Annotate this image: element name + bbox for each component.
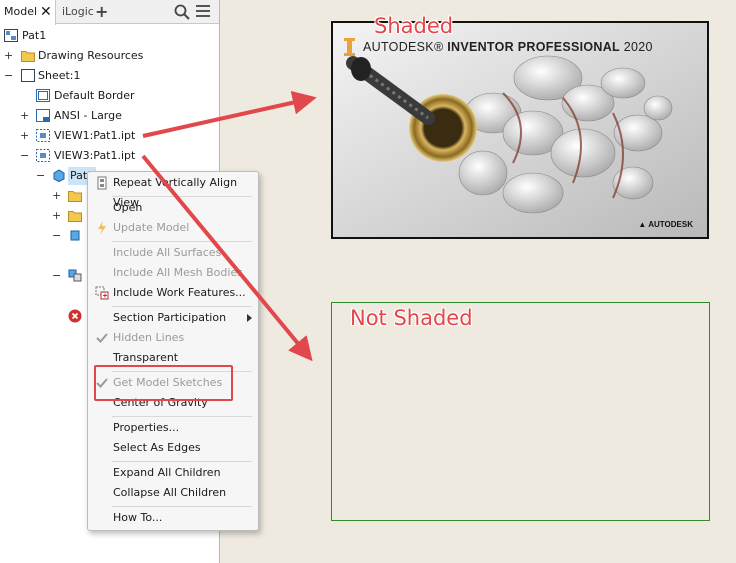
tab-ilogic[interactable]: iLogic — [62, 0, 94, 24]
menu-separator — [112, 241, 252, 242]
autodesk-mark-label: AUTODESK — [648, 220, 693, 229]
drawing-icon — [4, 29, 18, 42]
search-icon[interactable] — [174, 4, 190, 20]
menu-separator — [112, 506, 252, 507]
tree-ansi-label: ANSI - Large — [54, 109, 122, 122]
origin-icon — [68, 269, 82, 282]
menu-separator — [112, 416, 252, 417]
tab-model-label: Model — [4, 5, 38, 18]
folder-icon — [68, 211, 82, 222]
collapse-icon[interactable]: − — [20, 147, 29, 165]
drawing-view-icon — [36, 129, 50, 142]
menu-item-label: Include All Mesh Bodies — [113, 266, 243, 279]
expand-icon[interactable]: + — [52, 207, 61, 225]
menu-item-include-surfaces[interactable]: Include All Surfaces — [88, 243, 258, 263]
menu-item-label: Collapse All Children — [113, 486, 227, 499]
submenu-arrow-icon — [247, 314, 252, 322]
collapse-icon[interactable]: − — [36, 167, 45, 185]
trademark-mark: ® — [433, 40, 444, 54]
not-shaded-callout: Not Shaded — [350, 306, 473, 330]
close-icon[interactable]: ✕ — [40, 0, 52, 24]
menu-item-label: Include All Surfaces — [113, 246, 222, 259]
menu-item-section-participation[interactable]: Section Participation — [88, 308, 258, 328]
menu-item-label: How To... — [113, 511, 163, 524]
menu-item-label: Expand All Children — [113, 466, 221, 479]
highlight-annotation-box — [94, 365, 233, 401]
folder-icon — [21, 51, 35, 62]
context-menu: Repeat Vertically Align View Open Update… — [87, 171, 259, 531]
tree-root-label: Pat1 — [22, 29, 47, 42]
checkmark-icon — [96, 333, 108, 343]
expand-icon[interactable]: + — [52, 187, 61, 205]
expand-icon[interactable]: + — [4, 47, 13, 65]
error-icon — [68, 309, 82, 323]
menu-item-label: Select As Edges — [113, 441, 201, 454]
expand-icon[interactable]: + — [20, 127, 29, 145]
menu-item-label: Hidden Lines — [113, 331, 185, 344]
drawing-view-icon — [36, 149, 50, 162]
splash-render-image — [333, 23, 707, 237]
title-block-icon — [36, 109, 50, 122]
menu-item-hidden-lines[interactable]: Hidden Lines — [88, 328, 258, 348]
menu-item-label: Section Participation — [113, 311, 227, 324]
menu-separator — [112, 461, 252, 462]
collapse-icon[interactable]: − — [52, 227, 61, 245]
browser-tabbar: Model ✕ iLogic + — [0, 0, 219, 25]
menu-item-include-work-features[interactable]: Include Work Features... — [88, 283, 258, 303]
border-icon — [36, 89, 50, 102]
inventor-logo-icon — [344, 38, 355, 56]
menu-item-repeat-align[interactable]: Repeat Vertically Align View — [88, 173, 258, 209]
work-features-icon — [95, 286, 109, 300]
tab-model[interactable]: Model ✕ — [0, 0, 56, 25]
menu-item-label: Open — [113, 201, 143, 214]
menu-separator — [112, 196, 252, 197]
menu-item-how-to[interactable]: How To... — [88, 508, 258, 528]
expand-icon[interactable]: + — [20, 107, 29, 125]
splash-product: INVENTOR PROFESSIONAL — [447, 40, 620, 54]
menu-item-label: Include Work Features... — [113, 286, 246, 299]
menu-item-collapse-all[interactable]: Collapse All Children — [88, 483, 258, 503]
tree-view3-label: VIEW3:Pat1.ipt — [54, 149, 136, 162]
tree-sheet-label: Sheet:1 — [38, 69, 81, 82]
solid-body-icon — [70, 230, 80, 241]
menu-item-label: Properties... — [113, 421, 180, 434]
tree-drawing-resources-label: Drawing Resources — [38, 49, 144, 62]
hamburger-menu-icon[interactable] — [196, 5, 210, 19]
folder-icon — [68, 191, 82, 202]
menu-item-expand-all[interactable]: Expand All Children — [88, 463, 258, 483]
menu-item-select-as-edges[interactable]: Select As Edges — [88, 438, 258, 458]
add-tab-icon[interactable]: + — [95, 0, 108, 24]
collapse-icon[interactable]: − — [52, 267, 61, 285]
autodesk-brand: ▲ AUTODESK — [638, 220, 693, 229]
unshaded-view-frame[interactable] — [331, 302, 710, 521]
menu-item-open[interactable]: Open — [88, 198, 258, 218]
menu-item-label: Update Model — [113, 221, 190, 234]
menu-item-include-mesh[interactable]: Include All Mesh Bodies — [88, 263, 258, 283]
align-view-icon — [97, 176, 107, 190]
menu-item-update-model[interactable]: Update Model — [88, 218, 258, 238]
part-icon — [53, 169, 65, 182]
splash-title: AUTODESK® INVENTOR PROFESSIONAL 2020 — [363, 40, 653, 54]
shaded-callout: Shaded — [374, 14, 454, 38]
splash-year: 2020 — [623, 40, 653, 54]
collapse-icon[interactable]: − — [4, 67, 13, 85]
tree-default-border-label: Default Border — [54, 89, 135, 102]
tree-view1-label: VIEW1:Pat1.ipt — [54, 129, 136, 142]
menu-separator — [112, 306, 252, 307]
shaded-view-frame[interactable]: AUTODESK® INVENTOR PROFESSIONAL 2020 ▲ A… — [331, 21, 709, 239]
menu-item-properties[interactable]: Properties... — [88, 418, 258, 438]
sheet-icon — [21, 69, 35, 82]
lightning-icon — [98, 221, 106, 235]
splash-brand: AUTODESK — [363, 40, 434, 54]
